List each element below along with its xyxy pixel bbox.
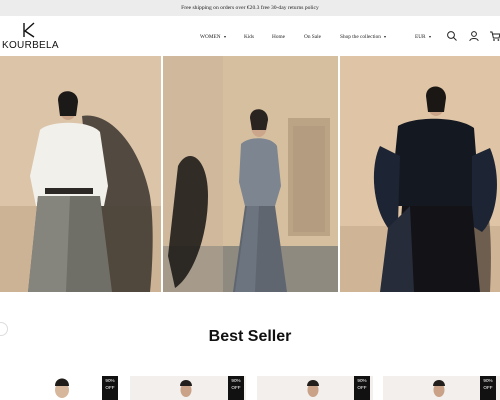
nav-item-kids[interactable]: Kids xyxy=(244,34,254,40)
discount-off-label: OFF xyxy=(357,384,367,390)
section-title-best-seller: Best Seller xyxy=(208,328,292,345)
discount-badge: 90% OFF xyxy=(354,376,370,400)
account-icon[interactable] xyxy=(468,30,480,42)
site-header: KOURBELA WOMEN Kids Home On Sale Shop th… xyxy=(0,16,500,56)
logo-mark-icon xyxy=(23,22,35,38)
product-image xyxy=(0,376,118,400)
hero-banner[interactable] xyxy=(0,56,500,292)
nav-item-shop-collection[interactable]: Shop the collection xyxy=(340,34,386,40)
nav-item-on-sale-label: On Sale xyxy=(304,34,321,40)
discount-badge: 90% OFF xyxy=(228,376,244,400)
nav-item-home-label: Home xyxy=(272,34,285,40)
currency-label: EUR xyxy=(415,34,426,40)
hero-image-2 xyxy=(163,56,338,292)
search-icon[interactable] xyxy=(446,30,458,42)
chevron-down-icon xyxy=(383,36,386,38)
discount-off-label: OFF xyxy=(231,384,241,390)
discount-badge: 90% OFF xyxy=(102,376,118,400)
nav-item-women[interactable]: WOMEN xyxy=(200,34,226,40)
discount-off-label: OFF xyxy=(105,384,115,390)
nav-item-women-label: WOMEN xyxy=(200,34,221,40)
product-card[interactable] xyxy=(0,376,118,400)
brand-name: KOURBELA xyxy=(2,40,59,51)
nav-item-shop-collection-label: Shop the collection xyxy=(340,34,381,40)
announcement-text: Free shipping on orders over €20.3 free … xyxy=(181,5,319,11)
nav-item-home[interactable]: Home xyxy=(272,34,285,40)
nav-item-on-sale[interactable]: On Sale xyxy=(304,34,321,40)
cart-icon[interactable] xyxy=(489,30,500,42)
hero-image-3 xyxy=(340,56,500,292)
discount-off-label: OFF xyxy=(483,384,493,390)
chevron-down-icon xyxy=(428,36,431,38)
discount-badge: 90% OFF xyxy=(480,376,496,400)
chevron-down-icon xyxy=(223,36,226,38)
currency-selector[interactable]: EUR xyxy=(415,34,431,40)
brand-logo[interactable]: KOURBELA xyxy=(2,20,62,54)
hero-image-1 xyxy=(0,56,161,292)
announcement-bar: Free shipping on orders over €20.3 free … xyxy=(0,0,500,16)
nav-item-kids-label: Kids xyxy=(244,34,255,40)
